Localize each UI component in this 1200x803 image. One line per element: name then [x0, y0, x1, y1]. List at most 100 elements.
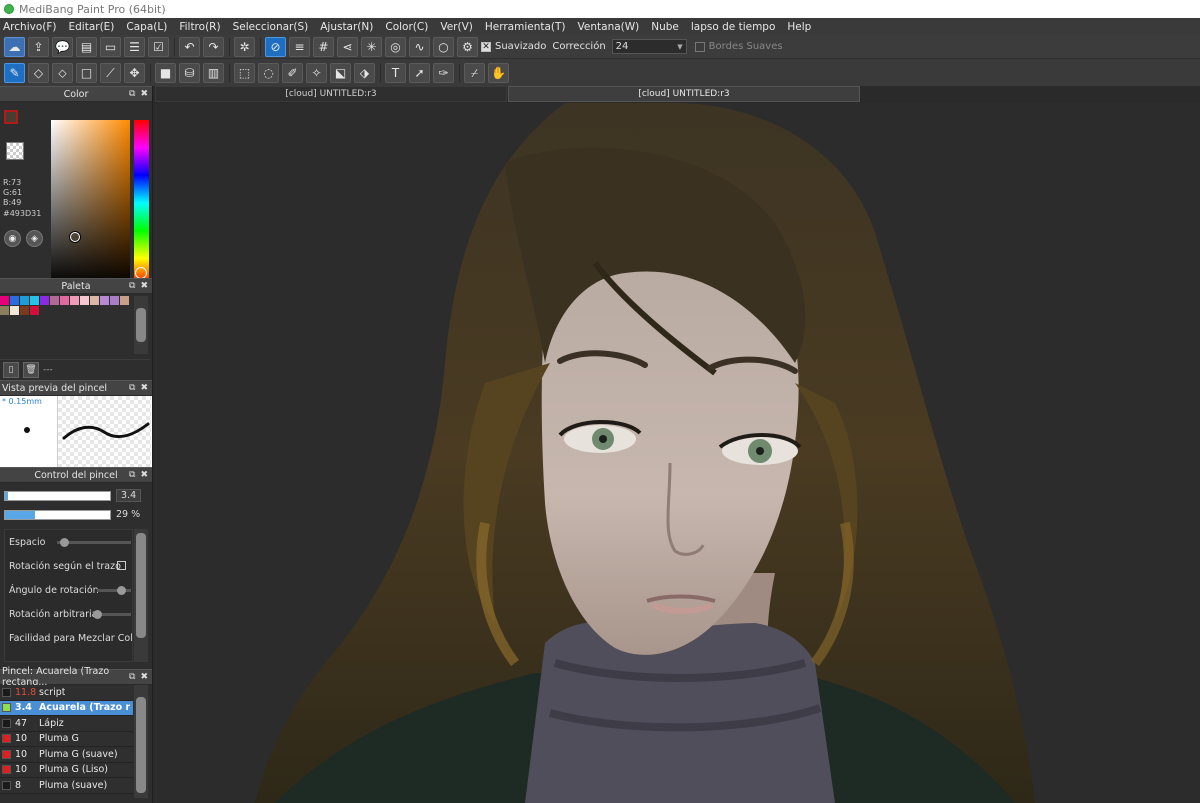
radial-snap-icon[interactable]: ✳ [361, 36, 382, 57]
palette-swatch[interactable] [120, 296, 129, 305]
palette-swatch[interactable] [30, 306, 39, 315]
picker-cursor[interactable] [70, 232, 80, 242]
document-icon[interactable]: ▭ [100, 36, 121, 57]
curve-snap-icon[interactable]: ∿ [409, 36, 430, 57]
popout-icon[interactable]: ⧉ [129, 89, 135, 99]
menu-archivo[interactable]: Archivo(F) [3, 21, 62, 33]
color-wheel-icon[interactable]: ◉ [4, 230, 21, 247]
menu-seleccionar[interactable]: Seleccionar(S) [233, 21, 315, 33]
cloud-icon[interactable]: ☁ [4, 36, 25, 57]
chat-icon[interactable]: ▤ [76, 36, 97, 57]
checklist-icon[interactable]: ☑ [148, 36, 169, 57]
palette-swatch[interactable] [40, 296, 49, 305]
menu-help[interactable]: Help [787, 21, 817, 33]
menu-color[interactable]: Color(C) [385, 21, 434, 33]
smoothing-checkbox[interactable]: ✕ [481, 41, 491, 52]
palette-swatch[interactable] [70, 296, 79, 305]
line-tool-icon[interactable]: ⟋ [100, 62, 121, 83]
close-icon[interactable]: ✖ [140, 383, 148, 393]
transparent-color-swatch[interactable] [6, 142, 24, 160]
snap-settings-icon[interactable]: ⚙ [457, 36, 478, 57]
eyedropper-icon[interactable]: ⌿ [464, 62, 485, 83]
palette-swatch[interactable] [80, 296, 89, 305]
color-settings-icon[interactable]: ◈ [26, 230, 43, 247]
brush-list-item[interactable]: 10 Pluma G (suave) [0, 747, 133, 763]
brush-list-item[interactable]: 8 Pluma (suave) [0, 778, 133, 794]
select-brush-icon[interactable]: ⬕ [330, 62, 351, 83]
palette-swatch[interactable] [10, 296, 19, 305]
brush-tool-icon[interactable]: ✎ [4, 62, 25, 83]
close-icon[interactable]: ✖ [140, 470, 148, 480]
hand-tool-icon[interactable]: ✋ [488, 62, 509, 83]
hue-slider[interactable] [134, 120, 149, 286]
palette-swatch[interactable] [10, 306, 19, 315]
brush-list-scrollbar[interactable] [134, 685, 148, 798]
palette-swatch[interactable] [20, 296, 29, 305]
palette-swatch[interactable] [100, 296, 109, 305]
popout-icon[interactable]: ⧉ [129, 383, 135, 393]
fill-rect-icon[interactable]: ■ [155, 62, 176, 83]
palette-swatch[interactable] [110, 296, 119, 305]
menu-capa[interactable]: Capa(L) [126, 21, 173, 33]
drawing-canvas[interactable] [155, 103, 1200, 803]
rotation-angle-knob[interactable] [117, 586, 126, 595]
undo-icon[interactable]: ↶ [179, 36, 200, 57]
loading-icon[interactable]: ✲ [234, 36, 255, 57]
saturation-value-picker[interactable] [51, 120, 130, 286]
blur-eraser-icon[interactable]: ⬦ [52, 62, 73, 83]
menu-editar[interactable]: Editar(E) [68, 21, 120, 33]
delete-palette-icon[interactable]: 🗑 [23, 361, 39, 378]
palette-swatch[interactable] [0, 296, 9, 305]
eraser-tool-icon[interactable]: ◇ [28, 62, 49, 83]
perspective-snap-icon[interactable]: ⋖ [337, 36, 358, 57]
magic-wand-icon[interactable]: ✧ [306, 62, 327, 83]
soft-edges-checkbox[interactable] [694, 41, 705, 52]
palette-scrollbar[interactable] [134, 296, 148, 354]
popout-icon[interactable]: ⧉ [129, 672, 135, 682]
random-rotation-knob[interactable] [93, 610, 102, 619]
close-icon[interactable]: ✖ [140, 89, 148, 99]
brush-size-slider[interactable] [4, 491, 111, 501]
rotation-follow-checkbox[interactable] [117, 561, 126, 570]
new-palette-icon[interactable]: ▯ [3, 361, 19, 378]
brush-opacity-slider[interactable] [4, 510, 111, 520]
correction-select[interactable]: 24 ▼ [611, 39, 687, 54]
tab-document-2[interactable]: [cloud] UNTITLED:r3 [508, 86, 860, 102]
tab-document-1[interactable]: [cloud] UNTITLED:r3 [155, 86, 507, 102]
text-tool-icon[interactable]: T [385, 62, 406, 83]
palette-swatch[interactable] [0, 306, 9, 315]
operation-tool-icon[interactable]: ➚ [409, 62, 430, 83]
palette-swatch[interactable] [50, 296, 59, 305]
brush-list-item[interactable]: 11.8 script [0, 685, 133, 701]
palette-swatch[interactable] [60, 296, 69, 305]
brush-list-item[interactable]: 10 Pluma G [0, 731, 133, 747]
palette-swatch[interactable] [20, 306, 29, 315]
close-icon[interactable]: ✖ [140, 281, 148, 291]
palette-swatch[interactable] [30, 296, 39, 305]
close-icon[interactable]: ✖ [140, 672, 148, 682]
gradient-icon[interactable]: ▥ [203, 62, 224, 83]
parallel-snap-icon[interactable]: ≡ [289, 36, 310, 57]
menu-ventana[interactable]: Ventana(W) [578, 21, 646, 33]
brush-size-value[interactable]: 3.4 [116, 489, 142, 502]
grid-snap-icon[interactable]: # [313, 36, 334, 57]
popout-icon[interactable]: ⧉ [129, 281, 135, 291]
brush-list-item[interactable]: 47 Lápiz [0, 716, 133, 732]
foreground-color-swatch[interactable] [4, 110, 18, 124]
menu-herramienta[interactable]: Herramienta(T) [485, 21, 572, 33]
pen-tool-icon[interactable]: ✑ [433, 62, 454, 83]
rectangle-tool-icon[interactable]: □ [76, 62, 97, 83]
redo-icon[interactable]: ↷ [203, 36, 224, 57]
move-tool-icon[interactable]: ✥ [124, 62, 145, 83]
no-snap-icon[interactable]: ⊘ [265, 36, 286, 57]
select-eraser-icon[interactable]: ⬗ [354, 62, 375, 83]
concentric-snap-icon[interactable]: ◎ [385, 36, 406, 57]
select-pen-icon[interactable]: ✐ [282, 62, 303, 83]
bucket-icon[interactable]: ⛁ [179, 62, 200, 83]
circle-snap-icon[interactable]: ○ [433, 36, 454, 57]
palette-swatch[interactable] [90, 296, 99, 305]
list-icon[interactable]: ☰ [124, 36, 145, 57]
brush-control-scrollbar[interactable] [134, 529, 148, 662]
share-icon[interactable]: ⇪ [28, 36, 49, 57]
select-rect-icon[interactable]: ⬚ [234, 62, 255, 83]
